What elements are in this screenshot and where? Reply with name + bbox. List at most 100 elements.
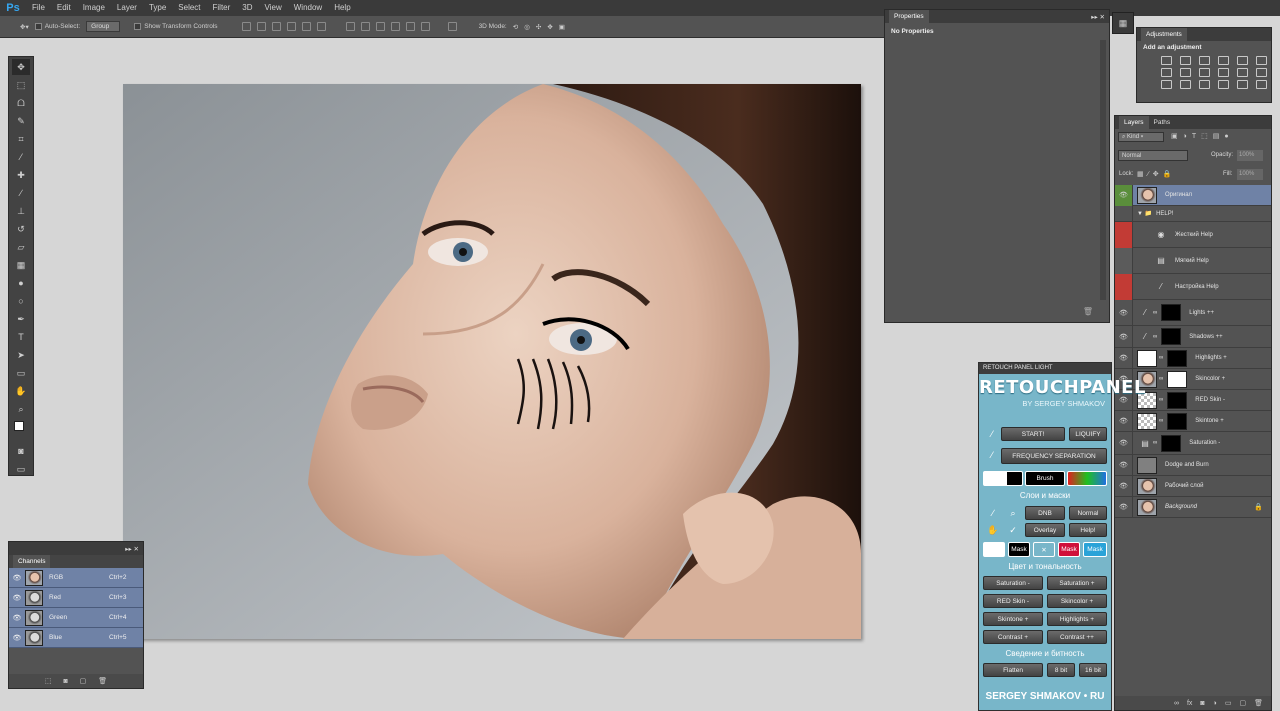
white-mask-swatch[interactable] [983,542,1005,557]
new-layer-icon[interactable]: ▢ [1239,699,1246,707]
invert-icon[interactable] [1256,68,1267,77]
screen-mode-icon[interactable]: ▭ [12,461,30,477]
pen-tool-icon[interactable]: ✒ [12,311,30,327]
brightness-icon[interactable] [1161,56,1172,65]
visibility-eye-icon[interactable]: 👁 [9,594,25,602]
panel-collapse-icon[interactable]: ▸▸ ✕ [1091,13,1109,21]
frequency-separation-button[interactable]: FREQUENCY SEPARATION [1001,448,1107,464]
trash-icon[interactable]: 🗑 [1083,307,1093,316]
menu-3d[interactable]: 3D [236,0,258,16]
layer-row[interactable]: 👁 Рабочий слой [1115,475,1271,497]
color-swatches-icon[interactable] [12,419,30,441]
quick-mask-icon[interactable]: ◙ [12,443,30,459]
visibility-eye-icon[interactable]: 👁 [1115,475,1133,497]
distribute-bottom-icon[interactable] [375,22,385,31]
visibility-eye-icon[interactable]: 👁 [1115,410,1133,432]
shape-tool-icon[interactable]: ▭ [12,365,30,381]
color-brush-swatch[interactable] [1067,471,1107,486]
help-button[interactable]: Help! [1069,523,1107,537]
layer-row[interactable]: ⁄ Настройка Help [1115,273,1271,300]
delete-channel-icon[interactable]: 🗑 [98,677,107,685]
visibility-eye-icon[interactable]: 👁 [1115,454,1133,476]
3d-slide-icon[interactable]: ✥ [547,23,552,31]
photo-filter-icon[interactable] [1199,68,1210,77]
white-black-swatch[interactable] [983,471,1023,486]
align-top-icon[interactable] [241,22,251,31]
delete-layer-icon[interactable]: 🗑 [1254,699,1263,707]
add-mask-icon[interactable]: ◙ [1200,700,1204,707]
channel-mixer-icon[interactable] [1218,68,1229,77]
brush-tool-icon[interactable]: ∕ [12,185,30,201]
hand-tool-icon[interactable]: ✋ [12,383,30,399]
align-right-icon[interactable] [316,22,326,31]
new-group-icon[interactable]: ▭ [1225,699,1232,707]
lock-icons[interactable]: ▦∕✥🔒 [1137,170,1175,178]
layer-row[interactable]: 👁 Оригинал [1115,184,1271,206]
invert-mask-icon[interactable]: ✕ [1033,542,1055,557]
blur-tool-icon[interactable]: ● [12,275,30,291]
visibility-eye-icon[interactable]: 👁 [1115,184,1133,206]
visibility-eye-icon[interactable] [1115,221,1133,248]
document-canvas[interactable] [123,84,861,639]
crop-tool-icon[interactable]: ⌗ [12,131,30,147]
layer-row[interactable]: 👁 ⁄ ∞ Lights ++ [1115,299,1271,326]
menu-edit[interactable]: Edit [51,0,77,16]
history-brush-tool-icon[interactable]: ↺ [12,221,30,237]
overlay-button[interactable]: Overlay [1025,523,1065,537]
menu-help[interactable]: Help [328,0,356,16]
threshold-icon[interactable] [1180,80,1191,89]
layer-row[interactable]: 👁 ∞ Skintone + [1115,410,1271,432]
3d-roll-icon[interactable]: ◎ [524,23,530,31]
align-vcenter-icon[interactable] [256,22,266,31]
start-button[interactable]: START! [1001,427,1065,441]
3d-rotate-icon[interactable]: ⟲ [513,23,518,31]
layer-row[interactable]: ◉ Жесткий Help [1115,221,1271,248]
blend-mode-select[interactable]: Normal [1118,150,1188,161]
align-left-icon[interactable] [286,22,296,31]
menu-filter[interactable]: Filter [207,0,237,16]
visibility-eye-icon[interactable]: 👁 [1115,299,1133,326]
visibility-eye-icon[interactable] [1115,273,1133,300]
layer-row[interactable]: 👁 ⁄ ∞ Shadows ++ [1115,325,1271,348]
color-balance-icon[interactable] [1161,68,1172,77]
color-lookup-icon[interactable] [1237,68,1248,77]
contrast-plusplus-button[interactable]: Contrast ++ [1047,630,1107,644]
hdr-toning-icon[interactable] [1256,80,1267,89]
vibrance-icon[interactable] [1237,56,1248,65]
menu-file[interactable]: File [26,0,51,16]
tab-paths[interactable]: Paths [1149,116,1176,129]
zoom-tool-icon[interactable]: ⌕ [12,401,30,417]
brush-button[interactable]: Brush [1025,471,1065,486]
distribute-left-icon[interactable] [390,22,400,31]
posterize-icon[interactable] [1161,80,1172,89]
save-selection-icon[interactable]: ◙ [63,678,67,685]
blue-mask-button[interactable]: Mask [1083,542,1107,557]
wand-icon[interactable]: ⁄ [984,427,1000,441]
brush-icon[interactable]: ∕ [985,506,1001,520]
auto-align-icon[interactable] [447,22,457,31]
layer-row[interactable]: 👁 Background 🔒 [1115,496,1271,518]
saturation-minus-button[interactable]: Saturation - [983,576,1043,590]
layer-filter-icons[interactable]: ▣◑T⬚▤● [1171,132,1234,140]
distribute-right-icon[interactable] [420,22,430,31]
exposure-icon[interactable] [1218,56,1229,65]
visibility-eye-icon[interactable]: 👁 [1115,496,1133,518]
8bit-button[interactable]: 8 bit [1047,663,1075,677]
visibility-eye-icon[interactable]: 👁 [9,574,25,582]
liquify-button[interactable]: LIQUIFY [1069,427,1107,441]
auto-select-dropdown[interactable]: Group [86,21,121,32]
visibility-eye-icon[interactable] [1115,205,1133,222]
clone-stamp-tool-icon[interactable]: ⊥ [12,203,30,219]
menu-view[interactable]: View [259,0,288,16]
visibility-eye-icon[interactable]: 👁 [1115,325,1133,348]
transform-controls-checkbox[interactable]: Show Transform Controls [134,23,218,30]
layer-group-row[interactable]: ▼ 📁 HELP! [1115,205,1271,222]
history-panel-icon[interactable]: ▦ [1112,12,1134,34]
gradient-map-icon[interactable] [1199,80,1210,89]
saturation-plus-button[interactable]: Saturation + [1047,576,1107,590]
layer-row[interactable]: 👁 ▤ ∞ Saturation - [1115,431,1271,455]
load-selection-icon[interactable]: ⬚ [45,677,52,685]
distribute-vcenter-icon[interactable] [360,22,370,31]
quick-select-tool-icon[interactable]: ✎ [12,113,30,129]
distribute-top-icon[interactable] [345,22,355,31]
